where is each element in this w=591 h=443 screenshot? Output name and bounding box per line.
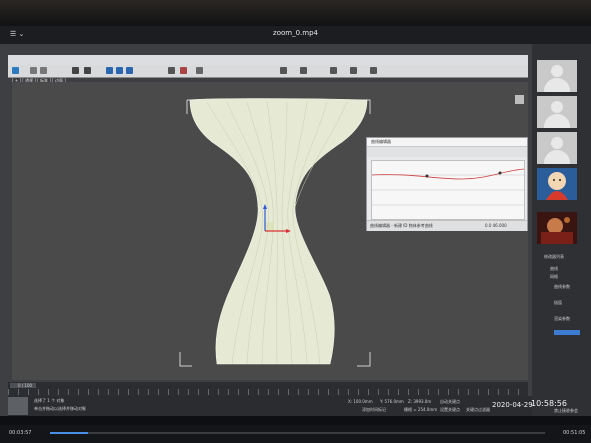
panel-footer: 禁止接收参会 [554, 408, 578, 413]
stack-item-mesh[interactable]: 网格 [550, 274, 558, 280]
coord-z[interactable]: Z: 3993.0m [408, 399, 431, 404]
panel-highlight[interactable] [554, 330, 580, 335]
monitor-bezel [0, 0, 591, 26]
layer-icon[interactable] [280, 67, 287, 74]
undo-icon[interactable] [30, 67, 37, 74]
taskbar-time: 10:58:56 [531, 399, 567, 408]
mirror-icon[interactable] [180, 67, 187, 74]
curve-editor-icon[interactable] [300, 67, 307, 74]
render-frame-icon[interactable] [370, 67, 377, 74]
participant-tile[interactable] [537, 96, 577, 128]
move-icon[interactable] [106, 67, 113, 74]
participant-tile[interactable] [537, 168, 577, 200]
frame-counter: 0 / 100 [18, 383, 33, 388]
total-duration: 00:51:05 [563, 430, 586, 436]
coord-x[interactable]: X: 100.0mm [348, 399, 373, 404]
coord-y[interactable]: Y: 576.0mm [380, 399, 404, 404]
taskbar-date: 2020-04-29 [492, 401, 533, 409]
timeline[interactable]: 0 / 100 [8, 382, 528, 396]
set-key-button[interactable]: 设置关键点 [440, 407, 460, 413]
timeline-ruler [8, 389, 528, 395]
curve-editor-title: 曲线编辑器 [371, 139, 391, 144]
scale-icon[interactable] [126, 67, 133, 74]
modifier-list[interactable]: 修改器列表 [544, 254, 564, 260]
snap-icon[interactable] [168, 67, 175, 74]
section-render-params[interactable]: 渲染参数 [554, 316, 570, 322]
app-icon[interactable] [12, 67, 19, 74]
status-bar: 选择了 1 个 对象 单击并拖动以选择并移动对象 X: 100.0mm Y: 5… [8, 396, 532, 416]
select-icon[interactable] [72, 67, 79, 74]
user-avatar-icon [551, 137, 563, 149]
participant-tile[interactable] [537, 60, 577, 92]
photo-avatar-icon [541, 217, 573, 244]
section-curve-params[interactable]: 曲线参数 [554, 284, 570, 290]
participant-tile[interactable] [537, 132, 577, 164]
status-prompt: 单击并拖动以选择并移动对象 [34, 406, 86, 411]
avatar-body [544, 114, 570, 128]
user-avatar-icon [551, 101, 563, 113]
material-icon[interactable] [330, 67, 337, 74]
add-time-tag[interactable]: 添加时间标记 [362, 407, 386, 413]
redo-icon[interactable] [40, 67, 47, 74]
section-interpolation[interactable]: 插值 [554, 300, 562, 306]
curve-editor-toolbar [367, 147, 527, 157]
curve-graph [371, 168, 525, 206]
avatar-body [544, 150, 570, 164]
elapsed-time: 00:03:57 [9, 430, 32, 436]
maxscript-listener[interactable] [8, 397, 28, 415]
keyframe-filter-button[interactable]: 关键点过滤器 [466, 407, 490, 413]
curve-editor-titlebar[interactable] [367, 138, 527, 147]
select-region-icon[interactable] [84, 67, 91, 74]
curve-graph-area[interactable] [371, 160, 525, 220]
viewport-scene [179, 95, 524, 367]
curve-editor-statusbar: 曲线编辑器 - 新建 ID 物体参考曲线 0.0 46.000 [367, 220, 527, 231]
stack-item-curve[interactable]: 曲线 [550, 266, 558, 272]
auto-key-button[interactable]: 自动关键点 [440, 399, 460, 405]
progress-track[interactable] [50, 432, 545, 434]
avatar-body [544, 78, 570, 92]
curve-editor-window[interactable]: 曲线编辑器 - 新建 ID 物体参考曲线 0.0 46.000 [366, 137, 528, 231]
rotate-icon[interactable] [116, 67, 123, 74]
status-selection: 选择了 1 个 对象 [34, 398, 65, 403]
cartoon-avatar-icon [546, 172, 568, 200]
curve-coords: 0.0 46.000 [485, 223, 507, 228]
user-avatar-icon [551, 65, 563, 77]
participant-tile[interactable] [537, 212, 577, 244]
player-controls [0, 425, 591, 443]
progress-fill [50, 432, 89, 434]
curve-editor-status: 曲线编辑器 - 新建 ID 物体参考曲线 [370, 223, 433, 228]
render-icon[interactable] [350, 67, 357, 74]
align-icon[interactable] [196, 67, 203, 74]
player-title: zoom_0.mp4 [273, 29, 318, 37]
grid-size: 栅格 = 254.0mm [404, 407, 438, 412]
